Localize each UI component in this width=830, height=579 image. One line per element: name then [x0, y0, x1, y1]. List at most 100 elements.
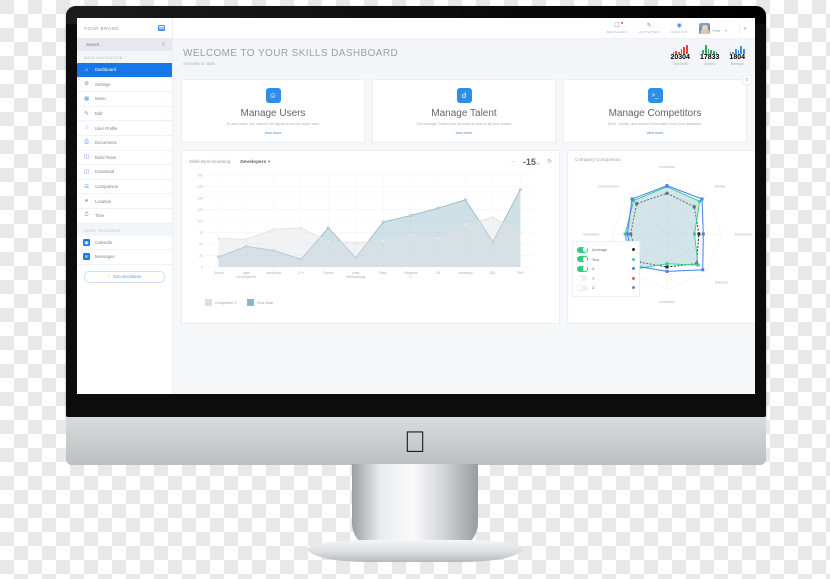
svg-text:100: 100 — [197, 220, 203, 224]
svg-text:Python: Python — [323, 271, 333, 275]
sidebar-item-download[interactable]: ◫ Download › — [77, 165, 172, 180]
card-view-more-link[interactable]: view more — [379, 131, 549, 135]
toggle-switch[interactable] — [577, 246, 588, 253]
chart-title: Skills Benchmarking — [189, 159, 231, 164]
svg-text:PHP: PHP — [517, 271, 525, 275]
avatar — [699, 22, 711, 34]
search-input[interactable] — [84, 41, 143, 48]
company-comparison-panel: Company Comparison Innovation Mobile Devel… — [567, 150, 755, 324]
mail-icon: ✉ — [83, 253, 90, 261]
briefcase-icon: ◫ — [83, 154, 90, 161]
svg-text:175: 175 — [197, 185, 203, 189]
sidebar-item-label: Settings — [95, 81, 111, 87]
sidebar-item-settings[interactable]: ⚙ Settings › — [77, 78, 172, 93]
sidebar-item-user-profile[interactable]: ☃ User Profile › — [77, 121, 172, 136]
toggle-you[interactable]: You — [577, 255, 635, 265]
welcome-header: WELCOME TO YOUR SKILLS DASHBOARD overvie… — [173, 39, 755, 73]
sidebar-item-label: Location — [95, 198, 112, 204]
card-manage-competitors[interactable]: >_ Manage Competitors Store, modify, and… — [563, 79, 747, 143]
card-manage-users[interactable]: ☺ Manage Users To add users, you need to… — [181, 79, 365, 143]
document-icon: ⎙ — [84, 139, 89, 146]
link-icon: ☌ — [456, 88, 472, 103]
legend-item[interactable]: Your Data — [246, 299, 273, 306]
sidebar-item-comparison[interactable]: ☰ Comparison › — [77, 180, 172, 195]
stat-label: Experts — [704, 62, 716, 66]
card-description: To add users, you need to be signed in a… — [226, 122, 320, 126]
imac-mockup:  YOUR BRAND ⚲ MAIN NAVIGATION ⌂ Dashboa… — [0, 0, 830, 579]
toggle-y[interactable]: Y — [577, 274, 635, 284]
sidebar-item-label: Calendar — [95, 239, 113, 245]
toggle-x[interactable]: X — [577, 264, 635, 274]
sidebar-item-calendar[interactable]: ▣ Calendar — [77, 236, 172, 251]
sidebar-item-menu[interactable]: ▦ Menu › — [77, 92, 172, 107]
chevron-right-icon: › — [164, 169, 166, 175]
toggle-switch[interactable] — [577, 265, 588, 272]
toggle-z[interactable]: Z — [577, 283, 635, 293]
toggle-average[interactable]: Average — [577, 245, 635, 255]
toggle-switch[interactable] — [577, 256, 588, 263]
right-panel-toggle[interactable]: ◂ — [739, 22, 749, 34]
sidebar-item-time[interactable]: ⏱ Time — [77, 209, 172, 224]
search-bar[interactable]: ⚲ — [77, 38, 172, 51]
sidebar-item-dashboard[interactable]: ⌂ Dashboard — [77, 63, 172, 78]
sidebar-item-label: Build Team — [95, 154, 117, 160]
charts-row: Skills Benchmarking Developers + – -15% … — [181, 150, 755, 324]
card-manage-talent[interactable]: ☌ Manage Talent The Manage Orders tool p… — [372, 79, 556, 143]
monitor-foot — [308, 540, 522, 562]
gear-icon: ⚙ — [84, 81, 89, 88]
hamburger-icon[interactable] — [158, 25, 165, 31]
message-icon: ☐ — [614, 22, 620, 29]
series-toggles: Average You X Y Z — [572, 241, 640, 297]
brand-bar: YOUR BRAND — [77, 18, 172, 38]
grid-icon: ▦ — [83, 95, 90, 102]
toggle-switch[interactable] — [577, 275, 588, 282]
refresh-icon[interactable]: ↻ — [547, 159, 552, 165]
gear-icon[interactable]: ⚙ — [742, 75, 752, 85]
sidebar-item-label: Dashboard — [95, 67, 117, 73]
card-title: Manage Competitors — [608, 108, 702, 119]
chevron-right-icon: › — [164, 154, 166, 160]
sidebar-item-messages[interactable]: ✉ Messages — [77, 250, 172, 265]
toggle-switch[interactable] — [577, 284, 588, 291]
activity-icon: ✎ — [646, 22, 652, 29]
feature-cards: ☺ Manage Users To add users, you need to… — [181, 79, 747, 143]
svg-text:Methodology: Methodology — [346, 275, 365, 279]
minus-icon[interactable]: – — [512, 159, 515, 165]
series-dot — [631, 257, 635, 261]
app-viewport: YOUR BRAND ⚲ MAIN NAVIGATION ⌂ Dashboard… — [77, 18, 755, 394]
card-description: Store, modify, and extract information f… — [607, 122, 703, 126]
svg-text:25: 25 — [199, 254, 203, 258]
stat-label: Meetings — [730, 62, 744, 66]
topbar-english[interactable]: ◉ ENGLISH — [671, 23, 687, 34]
legend-item[interactable]: Competitor X — [205, 299, 237, 306]
documentation-button[interactable]: ↑ Documentation — [84, 270, 165, 283]
chevron-right-icon: › — [164, 96, 166, 102]
topbar-activities[interactable]: ✎ ACTIVITIES — [639, 23, 659, 34]
legend-swatch — [205, 299, 212, 306]
chevron-right-icon: › — [164, 81, 166, 87]
toggle-label: You — [592, 256, 600, 262]
user-menu[interactable]: Peter ▾ — [699, 19, 727, 37]
section-label-core: CORE FEATURES — [77, 223, 172, 236]
search-icon[interactable]: ⚲ — [161, 42, 165, 48]
chart-filter[interactable]: Developers + — [240, 160, 270, 165]
topbar-item-label: MESSAGES — [606, 29, 628, 34]
svg-text:Innovation: Innovation — [583, 233, 600, 237]
sidebar-nav: ⌂ Dashboard ⚙ Settings › ▦ Menu › ✎ Edit… — [77, 63, 172, 394]
notification-dot — [620, 21, 624, 24]
sidebar-item-build-team[interactable]: ◫ Build Team › — [77, 151, 172, 166]
svg-text:Assembly: Assembly — [458, 271, 473, 275]
svg-text:SQL: SQL — [490, 271, 497, 275]
page-title: WELCOME TO YOUR SKILLS DASHBOARD — [183, 48, 399, 59]
series-dot — [631, 267, 635, 271]
card-view-more-link[interactable]: view more — [188, 131, 358, 135]
svg-text:Innovation: Innovation — [659, 165, 676, 169]
card-title: Manage Users — [240, 108, 306, 119]
home-icon: ⌂ — [84, 66, 89, 73]
sidebar-item-edit[interactable]: ✎ Edit › — [77, 107, 172, 122]
sidebar-item-location[interactable]: ● Location — [77, 194, 172, 209]
card-view-more-link[interactable]: view more — [570, 131, 740, 135]
toggle-label: Z — [592, 285, 595, 291]
topbar-messages[interactable]: ☐ MESSAGES — [606, 21, 628, 34]
sidebar-item-documents[interactable]: ⎙ Documents › — [77, 136, 172, 151]
